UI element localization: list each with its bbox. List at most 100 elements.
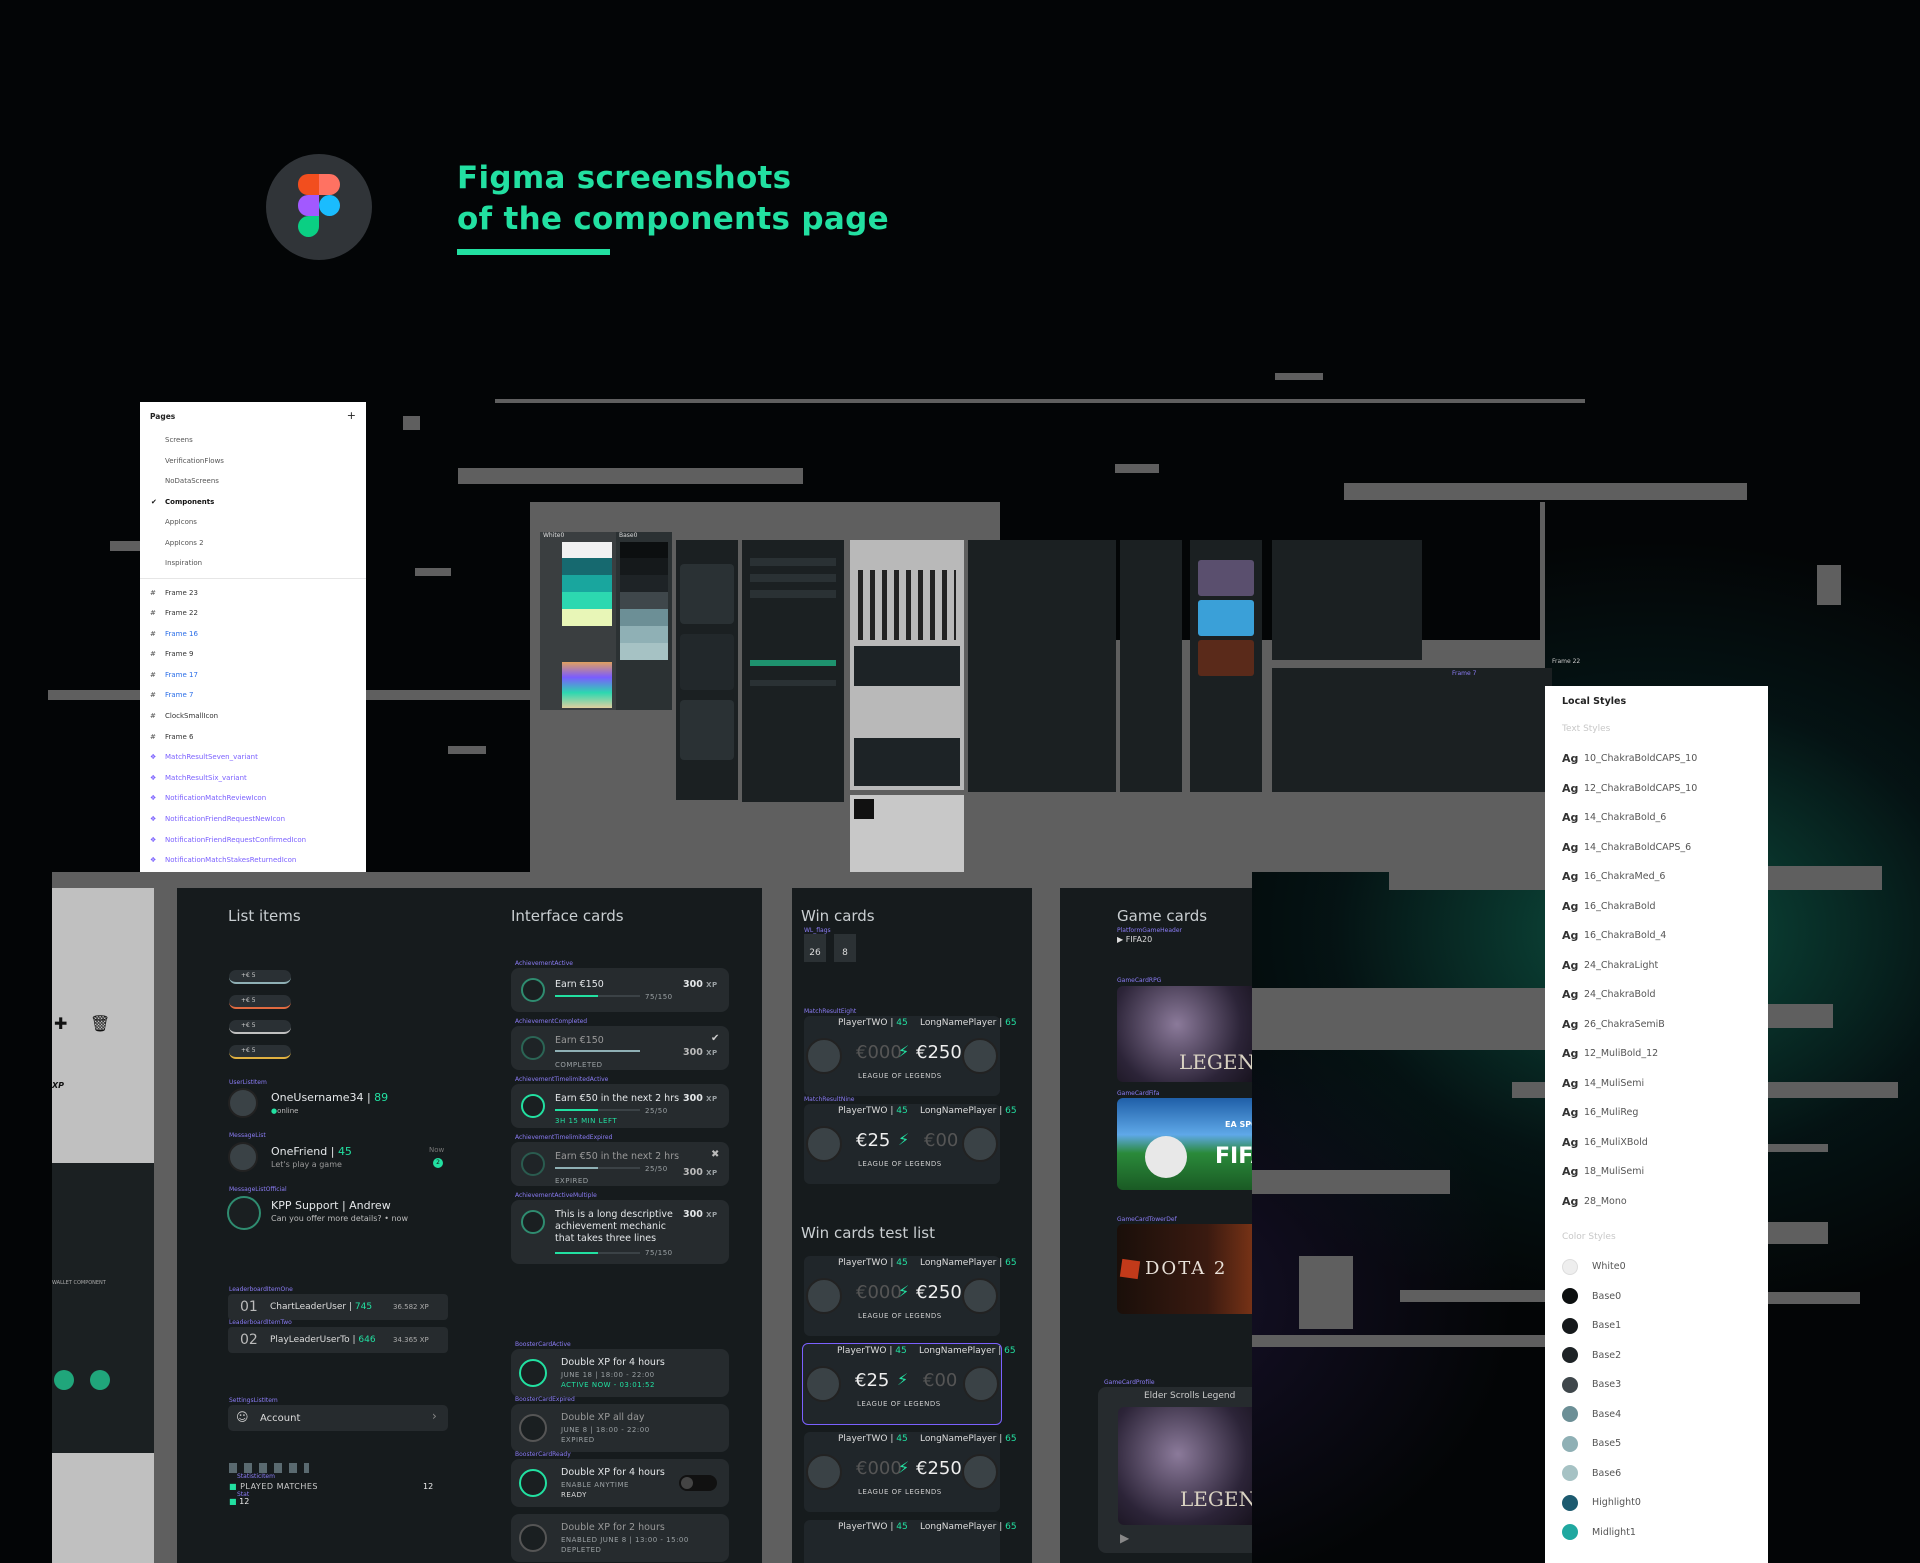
page-item-verificationflows[interactable]: VerificationFlows xyxy=(140,451,366,472)
user-name[interactable]: OneUsername34 | 89 xyxy=(271,1091,388,1104)
match-result-card[interactable]: PlayerTWO | 45 LongNamePlayer | 65 xyxy=(804,1520,1017,1563)
hero-underline xyxy=(457,249,610,255)
chip[interactable]: +€ 5 xyxy=(229,970,291,984)
chip[interactable]: +€ 5 xyxy=(229,1020,291,1034)
game-cards-title: Game cards xyxy=(1117,907,1208,925)
page-item-label: AppIcons xyxy=(165,518,197,526)
component-label: AchievementTimelimitedExpired xyxy=(515,1134,613,1141)
color-style-item[interactable]: Midlight1 xyxy=(1545,1518,1768,1548)
match-result-card[interactable]: PlayerTWO | 45 LongNamePlayer | 65 €25 ⚡… xyxy=(804,1104,1017,1184)
wallet-label: WALLET COMPONENT xyxy=(52,1280,106,1286)
game-card-dota[interactable]: DOTA 2 xyxy=(1117,1224,1252,1314)
color-swatch xyxy=(1562,1376,1578,1393)
chip[interactable]: +€ 5 xyxy=(229,1045,291,1059)
page-item-appicons-2[interactable]: AppIcons 2 xyxy=(140,533,366,554)
message-sender[interactable]: OneFriend | 45 xyxy=(271,1145,352,1158)
text-style-item[interactable]: Ag 24_ChakraBold xyxy=(1545,980,1768,1010)
color-style-item[interactable]: Highlight0 xyxy=(1545,1488,1768,1518)
xp-icon: XP xyxy=(52,1081,65,1090)
achievement-card-completed[interactable]: Earn €150 ✔ 300 XP COMPLETED xyxy=(511,1026,729,1070)
match-result-card[interactable]: PlayerTWO | 45 LongNamePlayer | 65 €000 … xyxy=(804,1256,1017,1336)
layer-item[interactable]: ❖ NotificationMatchStakesReturnedIcon xyxy=(140,850,366,871)
text-style-item[interactable]: Ag 16_ChakraBold xyxy=(1545,892,1768,922)
color-style-item[interactable]: Base4 xyxy=(1545,1400,1768,1430)
text-style-item[interactable]: Ag 24_ChakraLight xyxy=(1545,951,1768,981)
message-preview: Let's play a game xyxy=(271,1160,342,1169)
color-style-item[interactable]: Base0 xyxy=(1545,1282,1768,1312)
color-style-item[interactable]: Base6 xyxy=(1545,1459,1768,1489)
game-card-profile[interactable]: Elder Scrolls Legend LEGENDS ▶ xyxy=(1098,1387,1252,1553)
leaderboard-row[interactable]: 02 PlayLeaderUserTo | 646 34.365 XP xyxy=(228,1327,448,1353)
booster-card-active[interactable]: Double XP for 4 hours JUNE 18 | 18:00 - … xyxy=(511,1349,729,1397)
text-style-item[interactable]: Ag 12_ChakraBoldCAPS_10 xyxy=(1545,774,1768,804)
layer-item[interactable]: # Frame 7 xyxy=(140,685,366,706)
layer-item[interactable]: ❖ NotificationFriendRequestConfirmedIcon xyxy=(140,830,366,851)
component-label: MessageListOfficial xyxy=(229,1186,287,1193)
color-style-item[interactable]: Base1 xyxy=(1545,1311,1768,1341)
text-style-item[interactable]: Ag 16_ChakraBold_4 xyxy=(1545,921,1768,951)
match-result-card[interactable]: PlayerTWO | 45 LongNamePlayer | 65 €000 … xyxy=(804,1016,1017,1096)
layer-item[interactable]: # Frame 9 xyxy=(140,644,366,665)
left-icons-strip: WALLET COMPONENT XP ✚ 🗑 xyxy=(52,888,154,1563)
check-circle-icon: ✔ xyxy=(711,1033,720,1044)
text-style-item[interactable]: Ag 10_ChakraBoldCAPS_10 xyxy=(1545,744,1768,774)
match-result-card-selected[interactable]: PlayerTWO | 45 LongNamePlayer | 65 €25 ⚡… xyxy=(802,1343,1016,1425)
text-style-item[interactable]: Ag 18_MuliSemi xyxy=(1545,1157,1768,1187)
game-card-fifa[interactable]: EA SPORT FIFA xyxy=(1117,1098,1252,1190)
color-style-item[interactable]: Base3 xyxy=(1545,1370,1768,1400)
component-label: AchievementCompleted xyxy=(515,1018,588,1025)
text-style-item[interactable]: Ag 28_Mono xyxy=(1545,1187,1768,1217)
layer-item[interactable]: ❖ MatchResultSix_variant xyxy=(140,768,366,789)
layer-item[interactable]: ❖ NotificationMatchReviewIcon xyxy=(140,788,366,809)
text-style-item[interactable]: Ag 12_MuliBold_12 xyxy=(1545,1039,1768,1069)
layer-item[interactable]: # Frame 22 xyxy=(140,603,366,624)
add-page-icon[interactable]: + xyxy=(347,409,356,422)
page-item-label: AppIcons 2 xyxy=(165,538,204,547)
achievement-card-multiline[interactable]: This is a long descriptive achievement m… xyxy=(511,1200,729,1264)
text-style-item[interactable]: Ag 14_ChakraBold_6 xyxy=(1545,803,1768,833)
page-item-appicons[interactable]: AppIcons xyxy=(140,512,366,533)
text-style-item[interactable]: Ag 16_MuliXBold xyxy=(1545,1128,1768,1158)
text-style-item[interactable]: Ag 14_ChakraBoldCAPS_6 xyxy=(1545,833,1768,863)
color-style-item[interactable]: White0 xyxy=(1545,1252,1768,1282)
layer-item[interactable]: ❖ MatchResultSeven_variant xyxy=(140,747,366,768)
canvas-strip xyxy=(110,541,140,551)
color-style-item[interactable]: Base2 xyxy=(1545,1341,1768,1371)
booster-toggle[interactable] xyxy=(679,1475,717,1491)
text-style-item[interactable]: Ag 16_ChakraMed_6 xyxy=(1545,862,1768,892)
page-item-components[interactable]: ✔ Components xyxy=(140,492,366,513)
achievement-card-expired[interactable]: Earn €50 in the next 2 hrs ✖ 300 XP 25/5… xyxy=(511,1142,729,1186)
match-result-card[interactable]: PlayerTWO | 45 LongNamePlayer | 65 €000 … xyxy=(804,1432,1017,1512)
text-style-name: 12_ChakraBoldCAPS_10 xyxy=(1584,782,1698,794)
booster-card-expired[interactable]: Double XP all day JUNE 8 | 18:00 - 22:00… xyxy=(511,1404,729,1452)
text-style-item[interactable]: Ag 16_MuliReg xyxy=(1545,1098,1768,1128)
text-styles-list: Ag 10_ChakraBoldCAPS_10 Ag 12_ChakraBoldCAP… xyxy=(1545,744,1768,1216)
booster-card-ready[interactable]: Double XP for 4 hours ENABLE ANYTIME REA… xyxy=(511,1459,729,1507)
layer-item[interactable]: # Frame 17 xyxy=(140,665,366,686)
layer-item[interactable]: ❖ NotificationFriendRequestNewIcon xyxy=(140,809,366,830)
text-style-item[interactable]: Ag 26_ChakraSemiB xyxy=(1545,1010,1768,1040)
chip[interactable]: +€ 5 xyxy=(229,995,291,1009)
text-style-name: 16_ChakraMed_6 xyxy=(1584,871,1666,883)
achievement-card-timelimited[interactable]: Earn €50 in the next 2 hrs 300 XP 25/50 … xyxy=(511,1084,729,1128)
booster-card-depleted[interactable]: Double XP for 2 hours ENABLED JUNE 8 | 1… xyxy=(511,1514,729,1562)
page-item-nodatascreens[interactable]: NoDataScreens xyxy=(140,471,366,492)
leaderboard-row[interactable]: 01 ChartLeaderUser | 745 36.582 XP xyxy=(228,1294,448,1320)
text-style-icon: Ag xyxy=(1562,958,1579,972)
hero-title-line1: Figma screenshots xyxy=(457,160,792,196)
page-item-screens[interactable]: Screens xyxy=(140,430,366,451)
text-style-icon: Ag xyxy=(1562,1047,1579,1061)
game-card-rpg[interactable]: LEGENDS xyxy=(1117,986,1252,1082)
layer-item[interactable]: # Frame 16 xyxy=(140,624,366,645)
official-name[interactable]: KPP Support | Andrew xyxy=(271,1199,391,1212)
color-style-item[interactable]: Base5 xyxy=(1545,1429,1768,1459)
layer-item[interactable]: # Frame 23 xyxy=(140,583,366,604)
page-item-inspiration[interactable]: Inspiration xyxy=(140,553,366,574)
text-style-name: 26_ChakraSemiB xyxy=(1584,1018,1665,1030)
layer-item[interactable]: # Frame 6 xyxy=(140,727,366,748)
settings-account-item[interactable]: ☺ Account › xyxy=(228,1405,448,1431)
support-avatar xyxy=(227,1196,261,1230)
achievement-card-active[interactable]: Earn €150 300 XP 75/150 xyxy=(511,968,729,1012)
text-style-item[interactable]: Ag 14_MuliSemi xyxy=(1545,1069,1768,1099)
layer-item[interactable]: # ClockSmallIcon xyxy=(140,706,366,727)
